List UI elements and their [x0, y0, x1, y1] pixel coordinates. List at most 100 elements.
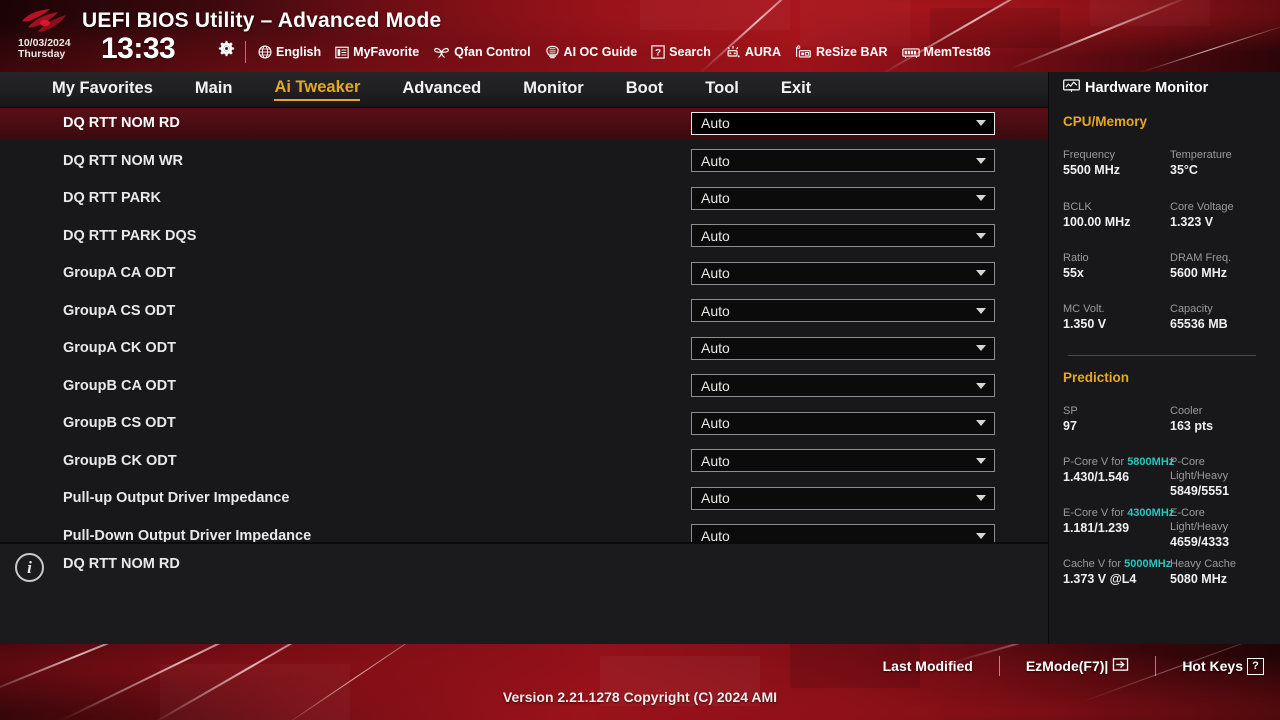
setting-value-dropdown[interactable]: Auto: [691, 111, 995, 135]
hw-pred-key2-1: E-Core Light/Heavy: [1170, 507, 1229, 533]
setting-value-dropdown[interactable]: Auto: [691, 524, 995, 542]
hw-key-0-a: Frequency: [1063, 149, 1115, 161]
setting-value-dropdown[interactable]: Auto: [691, 261, 995, 285]
search-button[interactable]: ? Search: [651, 41, 711, 63]
hw-pred-key-cooler-cell: Cooler 163 pts: [1170, 404, 1213, 434]
tab-tool[interactable]: Tool: [705, 79, 739, 100]
setting-row[interactable]: GroupB CK ODT Auto: [0, 444, 1048, 478]
setting-row[interactable]: GroupB CA ODT Auto: [0, 369, 1048, 403]
chevron-down-icon[interactable]: [976, 307, 986, 314]
myfavorite-button[interactable]: MyFavorite: [335, 41, 419, 63]
memtest86-label: MemTest86: [923, 45, 991, 59]
aioc-icon: [545, 45, 560, 59]
setting-row[interactable]: DQ RTT PARK DQS Auto: [0, 219, 1048, 253]
hw-pred-key2-0-cell: P-Core Light/Heavy 5849/5551: [1170, 455, 1229, 499]
setting-row[interactable]: Pull-Down Output Driver Impedance Auto: [0, 519, 1048, 542]
aura-button[interactable]: AURA: [725, 41, 781, 63]
tab-monitor[interactable]: Monitor: [523, 79, 583, 100]
resizebar-icon: [795, 44, 812, 60]
hw-value-2-b: 5600 MHz: [1170, 266, 1227, 280]
setting-value-dropdown[interactable]: Auto: [691, 411, 995, 435]
search-label: Search: [669, 45, 711, 59]
setting-value-text: Auto: [701, 190, 730, 206]
setting-row[interactable]: GroupA CS ODT Auto: [0, 294, 1048, 328]
setting-row[interactable]: GroupA CK ODT Auto: [0, 331, 1048, 365]
tab-exit[interactable]: Exit: [781, 79, 811, 100]
chevron-down-icon[interactable]: [976, 382, 986, 389]
memtest86-button[interactable]: MemTest86: [901, 41, 991, 63]
setting-value-text: Auto: [701, 265, 730, 281]
hw-pred-value-2: 1.373 V @L4: [1063, 572, 1137, 586]
chevron-down-icon[interactable]: [976, 420, 986, 426]
hw-value-0-b: 35°C: [1170, 163, 1198, 177]
globe-icon: [258, 45, 272, 59]
tab-advanced[interactable]: Advanced: [402, 79, 481, 100]
setting-value-dropdown[interactable]: Auto: [691, 186, 995, 210]
info-bar-text: DQ RTT NOM RD: [63, 556, 180, 572]
chevron-down-icon[interactable]: [976, 120, 986, 126]
hw-pred-key-1-cell: E-Core V for 4300MHz 1.181/1.239: [1063, 506, 1174, 536]
setting-row[interactable]: DQ RTT PARK Auto: [0, 181, 1048, 215]
hw-key-3-a: MC Volt.: [1063, 303, 1105, 315]
last-modified-button[interactable]: Last Modified: [883, 658, 973, 674]
setting-row[interactable]: GroupB CS ODT Auto: [0, 406, 1048, 440]
gear-icon[interactable]: [218, 40, 235, 57]
setting-row-label: GroupA CA ODT: [63, 265, 176, 281]
setting-value-text: Auto: [701, 227, 730, 244]
setting-value-dropdown[interactable]: Auto: [691, 336, 995, 360]
tab-boot[interactable]: Boot: [626, 79, 664, 100]
settings-scrollbar-track[interactable]: [1031, 108, 1035, 542]
main-nav-tabs: My Favorites Main Ai Tweaker Advanced Mo…: [0, 72, 1048, 108]
chevron-down-icon[interactable]: [976, 345, 986, 351]
chevron-down-icon[interactable]: [976, 157, 986, 164]
hot-keys-label: Hot Keys: [1182, 658, 1243, 674]
setting-row[interactable]: DQ RTT NOM RD Auto: [0, 108, 1048, 140]
setting-value-dropdown[interactable]: Auto: [691, 374, 995, 397]
chevron-down-icon[interactable]: [976, 232, 986, 239]
chevron-down-icon[interactable]: [976, 495, 986, 501]
qfan-control-button[interactable]: Qfan Control: [433, 41, 531, 63]
setting-row[interactable]: GroupA CA ODT Auto: [0, 256, 1048, 290]
language-button[interactable]: English: [258, 41, 321, 63]
hw-pred-key2-1-cell: E-Core Light/Heavy 4659/4333: [1170, 506, 1229, 550]
setting-value-dropdown[interactable]: Auto: [691, 149, 995, 172]
setting-row[interactable]: Pull-up Output Driver Impedance Auto: [0, 481, 1048, 515]
tab-my-favorites[interactable]: My Favorites: [52, 79, 153, 100]
tab-main[interactable]: Main: [195, 79, 233, 100]
resize-bar-button[interactable]: ReSize BAR: [795, 41, 888, 63]
hw-pred-value-0: 1.430/1.546: [1063, 470, 1130, 484]
aura-icon: [725, 45, 741, 59]
setting-value-dropdown[interactable]: Auto: [691, 299, 995, 322]
hardware-monitor-title-label: Hardware Monitor: [1085, 80, 1209, 96]
tab-ai-tweaker[interactable]: Ai Tweaker: [274, 78, 361, 101]
hw-pred-key2-0: P-Core Light/Heavy: [1170, 456, 1229, 482]
setting-value-dropdown[interactable]: Auto: [691, 449, 995, 472]
footer-divider-1: [998, 656, 1000, 676]
setting-value-dropdown[interactable]: Auto: [691, 224, 995, 247]
hw-pred-value2-2: 5080 MHz: [1170, 572, 1227, 586]
setting-row[interactable]: DQ RTT NOM WR Auto: [0, 144, 1048, 178]
setting-value-text: Auto: [701, 452, 730, 469]
hot-keys-box-icon: ?: [1247, 657, 1264, 675]
ai-oc-guide-label: AI OC Guide: [563, 45, 638, 59]
setting-value-text: Auto: [701, 490, 730, 506]
ai-oc-guide-button[interactable]: AI OC Guide: [545, 41, 638, 63]
resize-bar-label: ReSize BAR: [815, 45, 888, 59]
setting-value-text: Auto: [701, 302, 730, 319]
hw-pred-value2-0: 5849/5551: [1170, 484, 1230, 498]
hw-pred-key-1: E-Core V for 4300MHz: [1063, 507, 1175, 519]
bios-screen: UEFI BIOS Utility – Advanced Mode 10/03/…: [0, 0, 1280, 720]
chevron-down-icon[interactable]: [976, 457, 986, 464]
ezmode-button[interactable]: EzMode(F7)|: [1026, 657, 1129, 675]
chevron-down-icon[interactable]: [976, 270, 986, 276]
aura-label: AURA: [744, 45, 781, 59]
hw-key-2-b-cell: DRAM Freq. 5600 MHz: [1170, 251, 1231, 281]
hot-keys-button[interactable]: Hot Keys ?: [1182, 657, 1264, 675]
hw-pred-key-sp: SP: [1063, 405, 1078, 417]
setting-value-text: Auto: [701, 377, 730, 394]
setting-value-dropdown[interactable]: Auto: [691, 486, 995, 510]
setting-row-label: GroupB CA ODT: [63, 377, 177, 394]
memtest-icon: [901, 46, 920, 59]
chevron-down-icon[interactable]: [976, 532, 986, 539]
chevron-down-icon[interactable]: [976, 195, 986, 201]
